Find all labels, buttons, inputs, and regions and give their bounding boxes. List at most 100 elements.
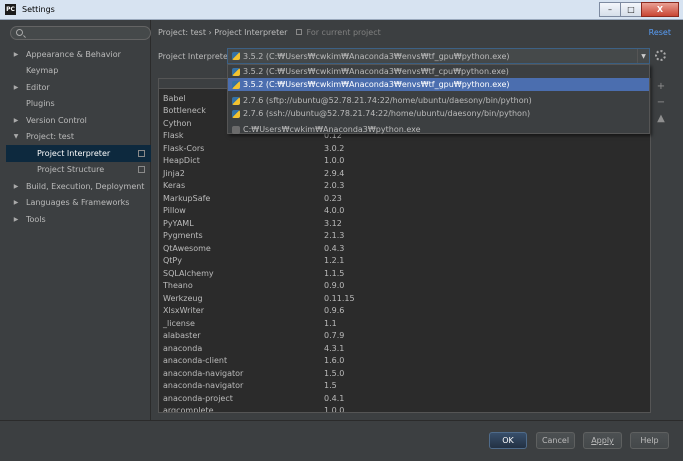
package-version: 4.3.1 [324,343,345,353]
table-row[interactable]: HeapDict 1.0.0 [159,155,650,168]
apply-button[interactable]: Apply [583,432,622,449]
interpreter-dropdown-list: 3.5.2 (C:₩Users₩cwkim₩Anaconda3₩envs₩tf_… [227,64,650,134]
search-input[interactable] [10,26,151,40]
python-icon [232,80,240,89]
package-version: 0.9.6 [324,306,345,316]
package-name: HeapDict [163,156,200,166]
sidebar-item-plugins[interactable]: Plugins [6,96,151,113]
reset-link[interactable]: Reset [649,28,671,37]
sidebar-item-label: Project Interpreter [37,148,111,158]
table-row[interactable]: Theano 0.9.0 [159,280,650,293]
table-row[interactable]: PyYAML 3.12 [159,217,650,230]
cancel-button[interactable]: Cancel [536,432,575,449]
table-row[interactable]: Pygments 2.1.3 [159,230,650,243]
package-name: anaconda [163,343,203,353]
interpreter-select[interactable]: 3.5.2 (C:₩Users₩cwkim₩Anaconda3₩envs₩tf_… [227,48,650,64]
package-version: 0.23 [324,193,342,203]
package-version: 1.1.5 [324,268,345,278]
interpreter-option[interactable]: 3.5.2 (C:₩Users₩cwkim₩Anaconda3₩envs₩tf_… [228,65,649,78]
settings-tree: ▶ Appearance & Behavior Keymap ▶ Editor … [6,46,151,228]
package-version: 3.12 [324,218,342,228]
chevron-right-icon: ▶ [13,199,19,207]
interpreter-option[interactable]: 3.5.2 (C:₩Users₩cwkim₩Anaconda3₩envs₩tf_… [228,78,649,91]
interpreter-option[interactable]: 2.7.6 (ssh://ubuntu@52.78.21.74:22/home/… [228,107,649,120]
table-row[interactable]: anaconda-project 0.4.1 [159,392,650,405]
table-row[interactable]: Keras 2.0.3 [159,180,650,193]
table-row[interactable]: anaconda-navigator 1.5 [159,380,650,393]
table-row[interactable]: Jinja2 2.9.4 [159,167,650,180]
interpreter-selected-value: 3.5.2 (C:₩Users₩cwkim₩Anaconda3₩envs₩tf_… [243,51,510,61]
chevron-right-icon: ▶ [13,215,19,223]
package-name: QtPy [163,256,182,266]
package-name: XlsxWriter [163,306,205,316]
interpreter-option[interactable]: 2.7.6 (sftp://ubuntu@52.78.21.74:22/home… [228,94,649,107]
window-title: Settings [22,5,55,14]
title-bar: PC Settings – □ X [0,0,683,20]
gear-icon[interactable] [655,50,666,61]
package-toolbar: + − ▲ [654,78,668,413]
sidebar-item-editor[interactable]: ▶ Editor [6,79,151,96]
sidebar-item-label: Languages & Frameworks [26,198,130,208]
sidebar-item-label: Project Structure [37,165,105,175]
sidebar-item-project[interactable]: ▼ Project: test [6,129,151,146]
table-row[interactable]: argcomplete 1.0.0 [159,405,650,413]
package-version: 3.0.2 [324,143,345,153]
table-row[interactable]: MarkupSafe 0.23 [159,192,650,205]
sidebar-item-label: Build, Execution, Deployment [26,181,145,191]
package-name: Theano [163,281,193,291]
package-version: 0.7.9 [324,331,345,341]
sidebar-item-version-control[interactable]: ▶ Version Control [6,112,151,129]
package-version: 0.4.1 [324,393,345,403]
search-icon [16,29,23,36]
pycharm-app-icon: PC [5,4,16,15]
sidebar-item-tools[interactable]: ▶ Tools [6,211,151,228]
sidebar-item-project-interpreter[interactable]: Project Interpreter [6,145,151,162]
sidebar-item-languages-frameworks[interactable]: ▶ Languages & Frameworks [6,195,151,212]
upgrade-package-button[interactable]: ▲ [654,110,668,126]
table-row[interactable]: _license 1.1 [159,317,650,330]
package-name: anaconda-client [163,356,228,366]
package-version: 0.11.15 [324,293,355,303]
close-button[interactable]: X [641,2,679,17]
remote-python-icon [232,96,240,105]
interpreter-label: Project Interpreter: [158,52,234,61]
table-row[interactable]: Pillow 4.0.0 [159,205,650,218]
sidebar-item-build-execution-deployment[interactable]: ▶ Build, Execution, Deployment [6,178,151,195]
chevron-down-icon[interactable]: ▼ [637,49,649,63]
package-name: SQLAlchemy [163,268,214,278]
sidebar-item-label: Editor [26,82,50,92]
package-version: 1.0.0 [324,406,345,413]
package-name: MarkupSafe [163,193,211,203]
copy-icon [295,29,302,35]
table-row[interactable]: anaconda-navigator 1.5.0 [159,367,650,380]
package-version: 2.9.4 [324,168,345,178]
ok-button[interactable]: OK [489,432,527,449]
table-row[interactable]: alabaster 0.7.9 [159,330,650,343]
interpreter-option[interactable]: C:₩Users₩cwkim₩Anaconda3₩python.exe [228,123,649,136]
table-row[interactable]: SQLAlchemy 1.1.5 [159,267,650,280]
chevron-right-icon: ▶ [13,116,19,124]
package-name: alabaster [163,331,201,341]
maximize-button[interactable]: □ [620,2,642,17]
package-name: QtAwesome [163,243,211,253]
sidebar-item-label: Tools [26,214,46,224]
copy-icon [138,166,145,174]
table-row[interactable]: QtPy 1.2.1 [159,255,650,268]
help-button[interactable]: Help [630,432,669,449]
package-version: 1.1 [324,318,337,328]
table-row[interactable]: Flask-Cors 3.0.2 [159,142,650,155]
table-row[interactable]: QtAwesome 0.4.3 [159,242,650,255]
add-package-button[interactable]: + [654,78,668,94]
table-row[interactable]: XlsxWriter 0.9.6 [159,305,650,318]
sidebar-item-appearance-behavior[interactable]: ▶ Appearance & Behavior [6,46,151,63]
settings-sidebar: ▶ Appearance & Behavior Keymap ▶ Editor … [6,20,151,420]
table-row[interactable]: anaconda 4.3.1 [159,342,650,355]
minimize-button[interactable]: – [599,2,621,17]
table-row[interactable]: Werkzeug 0.11.15 [159,292,650,305]
table-row[interactable]: anaconda-client 1.6.0 [159,355,650,368]
copy-icon [138,149,145,157]
package-version: 1.0.0 [324,156,345,166]
sidebar-item-project-structure[interactable]: Project Structure [6,162,151,179]
remove-package-button[interactable]: − [654,94,668,110]
sidebar-item-keymap[interactable]: Keymap [6,63,151,80]
